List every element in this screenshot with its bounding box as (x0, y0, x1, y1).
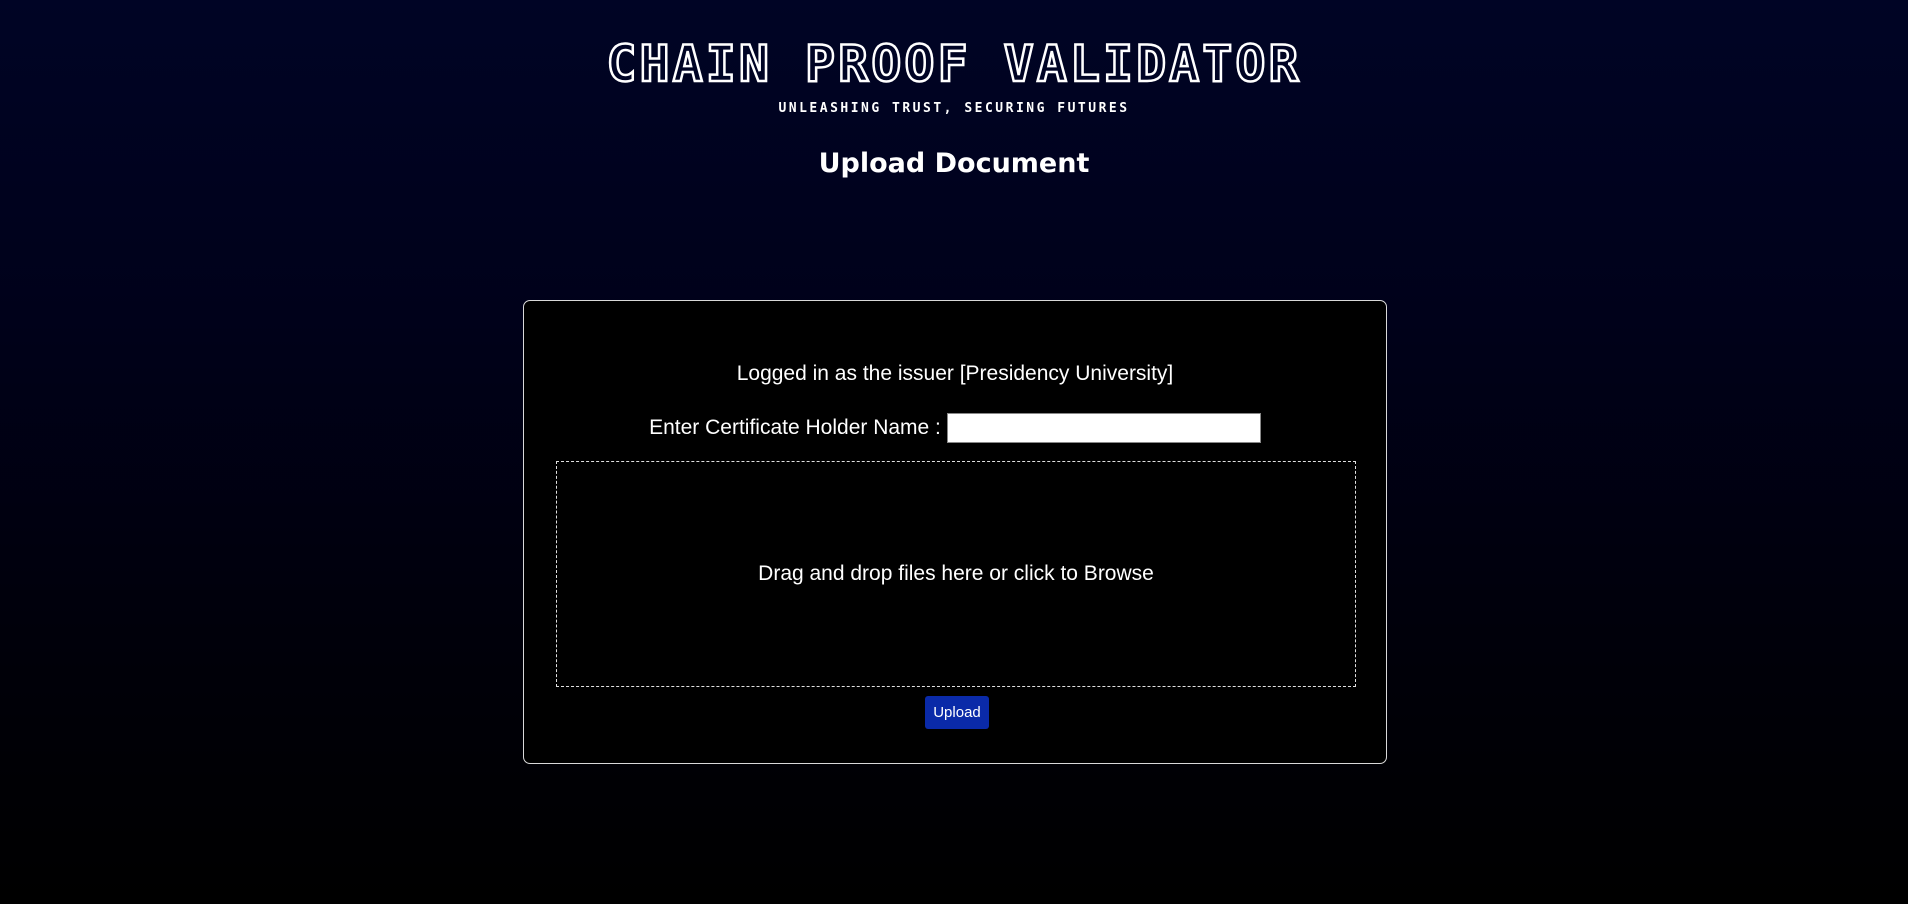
certificate-holder-name-input[interactable] (946, 413, 1261, 443)
issuer-status-text: Logged in as the issuer [Presidency Univ… (736, 362, 1174, 385)
upload-card: Logged in as the issuer [Presidency Univ… (523, 300, 1387, 764)
certificate-holder-label: Enter Certificate Holder Name : (649, 416, 941, 439)
dropzone-text: Drag and drop files here or click to Bro… (758, 562, 1154, 585)
app-title: CHAIN PROOF VALIDATOR (605, 34, 1302, 95)
upload-button[interactable]: Upload (925, 696, 989, 729)
file-dropzone[interactable]: Drag and drop files here or click to Bro… (556, 461, 1356, 687)
app-tagline: UNLEASHING TRUST, SECURING FUTURES (778, 101, 1130, 116)
page-title: Upload Document (818, 148, 1090, 179)
app-header: CHAIN PROOF VALIDATOR UNLEASHING TRUST, … (0, 34, 1908, 118)
certificate-holder-row: Enter Certificate Holder Name : (524, 413, 1386, 443)
